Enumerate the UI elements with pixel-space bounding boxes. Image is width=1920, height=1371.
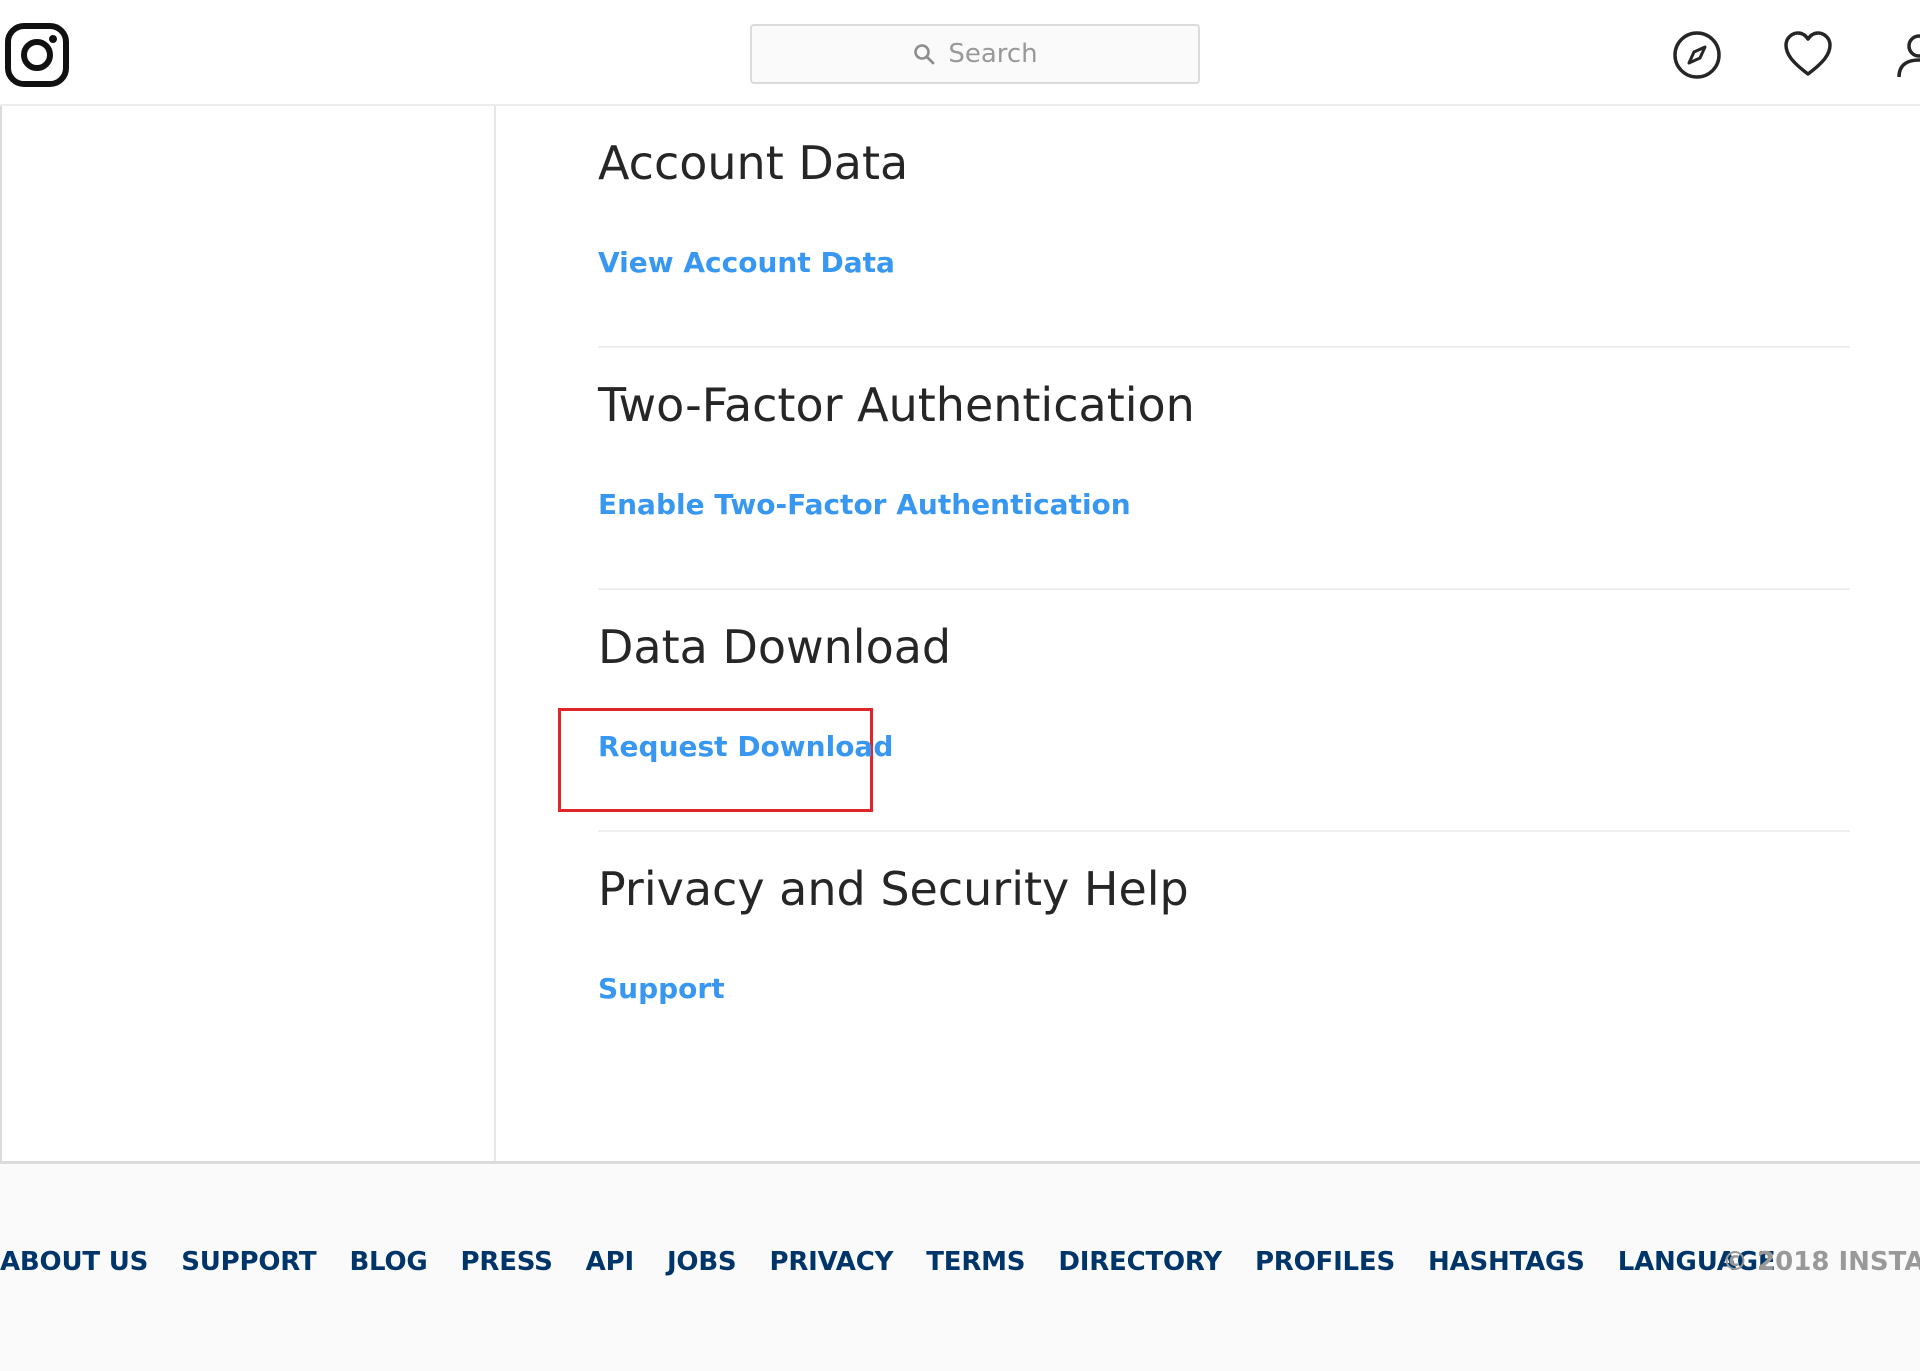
- account-data-section: Account Data View Account Data: [598, 106, 1850, 348]
- footer-link-item: BLOG: [349, 1247, 427, 1277]
- section-title: Account Data: [598, 136, 909, 190]
- footer-link-item: SUPPORT: [181, 1247, 316, 1277]
- two-factor-section: Two-Factor Authentication Enable Two-Fac…: [598, 348, 1850, 590]
- explore-compass-icon[interactable]: [1671, 29, 1723, 81]
- section-title: Data Download: [598, 620, 952, 674]
- view-account-data-link[interactable]: View Account Data: [598, 246, 895, 279]
- top-navigation-bar: Search: [0, 0, 1920, 106]
- footer-link-item: TERMS: [926, 1247, 1025, 1277]
- footer-link-support[interactable]: SUPPORT: [181, 1247, 316, 1277]
- copyright-text: © 2018 INSTAGRA: [1722, 1247, 1920, 1277]
- privacy-help-section: Privacy and Security Help Support: [598, 832, 1850, 1074]
- settings-sidebar: [2, 106, 496, 1161]
- footer-link-item: PROFILES: [1255, 1247, 1395, 1277]
- data-download-section: Data Download Request Download: [558, 590, 1850, 832]
- request-download-link[interactable]: Request Download: [598, 730, 893, 763]
- footer-link-hashtags[interactable]: HASHTAGS: [1428, 1247, 1585, 1277]
- footer-link-item: PRESS: [461, 1247, 553, 1277]
- profile-icon[interactable]: [1893, 29, 1920, 81]
- enable-two-factor-link[interactable]: Enable Two-Factor Authentication: [598, 488, 1131, 521]
- activity-heart-icon[interactable]: [1782, 29, 1834, 81]
- footer-link-jobs[interactable]: JOBS: [667, 1247, 737, 1277]
- section-title: Two-Factor Authentication: [598, 378, 1195, 432]
- footer-link-terms[interactable]: TERMS: [926, 1247, 1025, 1277]
- footer-link-item: PRIVACY: [769, 1247, 893, 1277]
- footer-links: ABOUT US SUPPORT BLOG PRESS API JOBS PRI…: [0, 1247, 1776, 1277]
- search-icon: [914, 44, 935, 65]
- search-placeholder: Search: [948, 39, 1038, 69]
- footer-link-item: API: [586, 1247, 634, 1277]
- footer-link-item: JOBS: [667, 1247, 737, 1277]
- footer-link-profiles[interactable]: PROFILES: [1255, 1247, 1395, 1277]
- footer-link-item: HASHTAGS: [1428, 1247, 1585, 1277]
- footer-link-directory[interactable]: DIRECTORY: [1058, 1247, 1222, 1277]
- search-input[interactable]: Search: [750, 24, 1200, 84]
- footer-link-api[interactable]: API: [586, 1247, 634, 1277]
- instagram-logo-icon[interactable]: [4, 22, 70, 88]
- footer-link-about-us[interactable]: ABOUT US: [0, 1247, 148, 1277]
- settings-panel: Account Data View Account Data Two-Facto…: [0, 106, 1920, 1164]
- privacy-security-content: Account Data View Account Data Two-Facto…: [558, 106, 1850, 1074]
- footer-link-privacy[interactable]: PRIVACY: [769, 1247, 893, 1277]
- support-link[interactable]: Support: [598, 972, 725, 1005]
- footer-link-press[interactable]: PRESS: [461, 1247, 553, 1277]
- section-title: Privacy and Security Help: [598, 862, 1189, 916]
- footer-link-blog[interactable]: BLOG: [349, 1247, 427, 1277]
- footer-link-item: ABOUT US: [0, 1247, 148, 1277]
- footer-link-item: DIRECTORY: [1058, 1247, 1222, 1277]
